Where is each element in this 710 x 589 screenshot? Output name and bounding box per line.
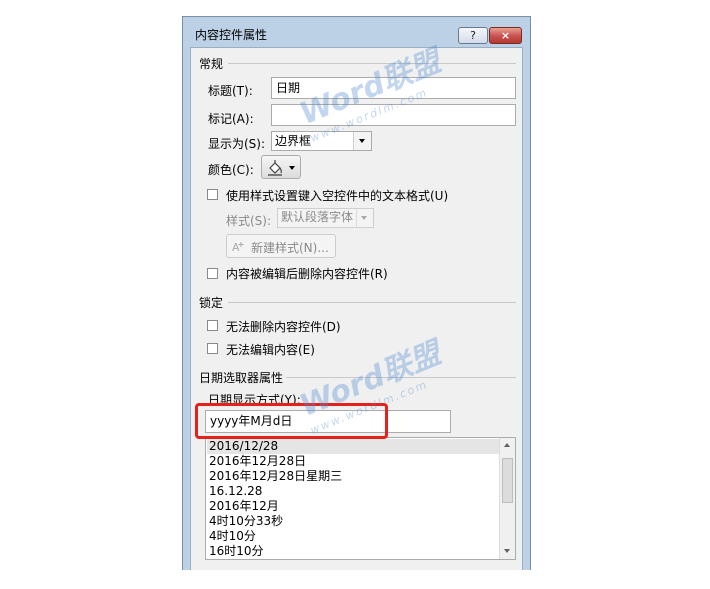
scroll-up-icon[interactable] xyxy=(504,443,510,447)
divider xyxy=(228,302,516,303)
cannot-delete-label: 无法删除内容控件(D) xyxy=(226,320,341,334)
chevron-down-icon xyxy=(359,139,365,143)
chevron-down-icon xyxy=(361,216,367,220)
style-dropdown-button[interactable] xyxy=(356,209,373,227)
chevron-down-icon xyxy=(289,166,295,170)
help-button[interactable]: ? xyxy=(458,27,488,44)
style-label: 样式(S): xyxy=(226,214,272,228)
close-button[interactable]: × xyxy=(489,27,522,44)
use-style-label: 使用样式设置键入空控件中的文本格式(U) xyxy=(226,189,449,203)
show-as-value: 边界框 xyxy=(275,134,312,148)
list-item[interactable]: 2016年12月28日 xyxy=(209,454,306,469)
title-label: 标题(T): xyxy=(208,84,253,98)
scrollbar-thumb[interactable] xyxy=(502,458,513,503)
section-locking: 锁定 xyxy=(199,296,224,310)
cannot-delete-checkbox[interactable] xyxy=(207,320,218,331)
new-style-button[interactable]: A 新建样式(N)... xyxy=(226,234,336,258)
section-date-picker: 日期选取器属性 xyxy=(199,371,284,385)
new-style-label: 新建样式(N)... xyxy=(251,241,329,255)
date-format-list[interactable]: 2016/12/28 2016年12月28日 2016年12月28日星期三 16.12… xyxy=(205,437,516,560)
remove-when-edited-label: 内容被编辑后删除内容控件(R) xyxy=(226,267,388,281)
scroll-down-icon[interactable] xyxy=(504,549,510,553)
remove-when-edited-checkbox[interactable] xyxy=(207,268,218,279)
list-item[interactable]: 2016年12月 xyxy=(209,499,279,514)
show-as-label: 显示为(S): xyxy=(208,137,266,151)
color-picker-button[interactable] xyxy=(261,155,301,179)
list-item[interactable]: 16.12.28 xyxy=(209,484,262,499)
list-scrollbar[interactable] xyxy=(499,438,515,559)
svg-text:A: A xyxy=(232,241,240,254)
list-item[interactable]: 4时10分 xyxy=(209,529,256,544)
list-item[interactable]: 4时10分33秒 xyxy=(209,514,283,529)
show-as-dropdown-button[interactable] xyxy=(353,132,371,150)
color-label: 颜色(C): xyxy=(208,163,254,177)
use-style-checkbox[interactable] xyxy=(207,189,218,200)
cannot-edit-checkbox[interactable] xyxy=(207,343,218,354)
style-value: 默认段落字体 xyxy=(281,210,354,224)
paint-bucket-icon xyxy=(268,160,282,176)
list-item[interactable]: 2016年12月28日星期三 xyxy=(209,469,342,484)
tag-label: 标记(A): xyxy=(208,112,254,126)
list-item[interactable]: 2016/12/28 xyxy=(207,439,500,454)
new-style-icon: A xyxy=(232,241,244,254)
list-item[interactable]: 16时10分 xyxy=(209,544,264,559)
dialog-title: 内容控件属性 xyxy=(195,28,268,42)
section-general: 常规 xyxy=(199,57,224,71)
style-select[interactable]: 默认段落字体 xyxy=(277,208,374,228)
cannot-edit-label: 无法编辑内容(E) xyxy=(226,343,315,357)
